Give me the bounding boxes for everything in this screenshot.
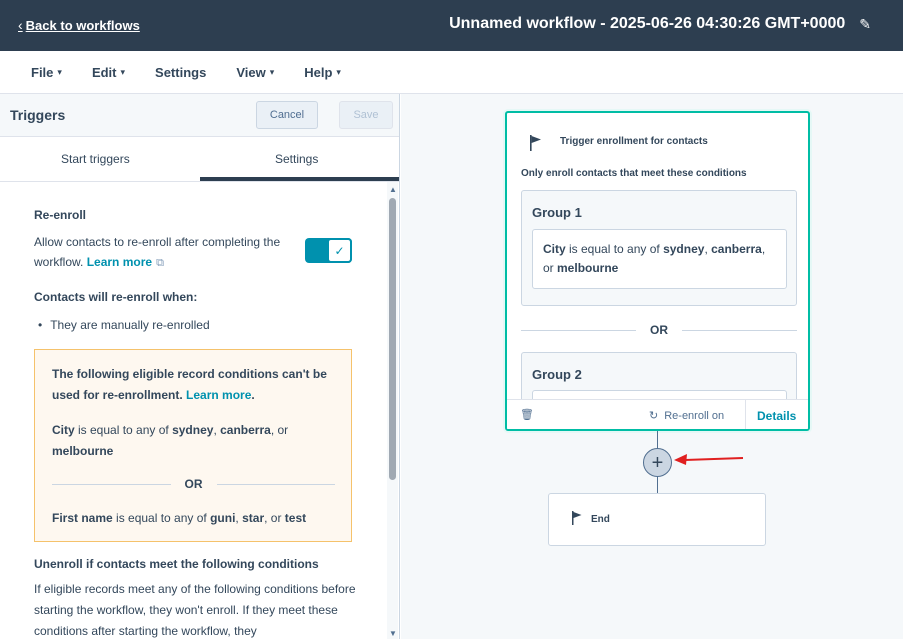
trigger-card-footer: 🗑 ↻ Re-enroll on Details xyxy=(507,399,808,429)
chevron-down-icon: ▾ xyxy=(269,66,275,77)
pencil-icon[interactable]: ✎ xyxy=(859,16,871,33)
trigger-title: Trigger enrollment for contacts xyxy=(560,136,708,147)
contacts-reenroll-heading: Contacts will re-enroll when: xyxy=(34,290,198,304)
unenroll-description: If eligible records meet any of the foll… xyxy=(34,582,356,638)
g1-field: City xyxy=(543,242,566,256)
warning-text: The following eligible record conditions… xyxy=(52,364,342,406)
divider-line xyxy=(216,483,335,485)
reenroll-toggle[interactable]: ✓ xyxy=(305,238,352,263)
divider-line xyxy=(521,329,636,331)
chevron-left-icon: ‹ xyxy=(18,17,23,33)
triggers-panel: Triggers Cancel Save Start triggers Sett… xyxy=(0,94,400,639)
warning-period: . xyxy=(251,388,255,402)
cond1-sep2: , or xyxy=(270,423,289,437)
workflow-canvas[interactable]: Trigger enrollment for contacts Only enr… xyxy=(401,94,903,639)
or-label: OR xyxy=(184,477,203,491)
top-header: ‹ Back to workflows Unnamed workflow - 2… xyxy=(0,0,903,51)
scrollbar-thumb[interactable] xyxy=(389,198,396,480)
external-link-icon[interactable]: ⧉ xyxy=(156,257,164,269)
menu-bar: File ▾ Edit ▾ Settings View ▾ Help ▾ xyxy=(0,51,903,94)
flag-icon xyxy=(530,135,541,151)
tab-settings[interactable]: Settings xyxy=(275,152,318,166)
g1-v1: sydney xyxy=(663,242,705,256)
end-card[interactable]: End xyxy=(548,493,766,546)
cond1-v1: sydney xyxy=(172,423,214,437)
menu-settings-label: Settings xyxy=(155,64,207,80)
learn-more-link[interactable]: Learn more xyxy=(87,255,152,269)
warning-condition-1: City is equal to any of sydney, canberra… xyxy=(52,420,342,462)
reenroll-status-text: Re-enroll on xyxy=(664,409,725,422)
panel-tabs: Start triggers Settings xyxy=(0,137,399,182)
reenroll-heading: Re-enroll xyxy=(34,208,87,222)
refresh-icon: ↻ xyxy=(649,410,659,422)
divider-line xyxy=(682,329,797,331)
cond2-v3: test xyxy=(284,511,307,525)
cond1-v2: canberra xyxy=(220,423,271,437)
back-link-label: Back to workflows xyxy=(25,17,140,33)
menu-help[interactable]: Help ▾ xyxy=(304,65,341,80)
cond1-v3: melbourne xyxy=(52,444,114,458)
cond2-sep2: , or xyxy=(264,511,285,525)
reenroll-status: ↻ Re-enroll on xyxy=(649,409,725,423)
plus-icon: + xyxy=(651,451,664,474)
condition-group-1[interactable]: Group 1 City is equal to any of sydney, … xyxy=(521,190,797,306)
menu-file-label: File xyxy=(31,64,54,80)
g1-v2: canberra xyxy=(711,242,762,256)
scroll-up-icon[interactable]: ▲ xyxy=(389,185,397,194)
tab-start-triggers[interactable]: Start triggers xyxy=(61,152,130,166)
cond2-field: First name xyxy=(52,511,113,525)
bullet-icon: • xyxy=(38,318,43,332)
g1-op: is equal to any of xyxy=(565,242,664,256)
menu-view[interactable]: View ▾ xyxy=(236,65,274,80)
workflow-title-text: Unnamed workflow - 2025-06-26 04:30:26 G… xyxy=(449,15,846,32)
trigger-subtitle: Only enroll contacts that meet these con… xyxy=(521,168,747,179)
check-icon: ✓ xyxy=(327,238,352,263)
group-1-title: Group 1 xyxy=(532,205,582,220)
warning-learn-more-link[interactable]: Learn more xyxy=(186,388,251,402)
cancel-button[interactable]: Cancel xyxy=(256,101,318,129)
cond2-v1: guni xyxy=(210,511,236,525)
g1-v3: melbourne xyxy=(557,261,619,275)
menu-file[interactable]: File ▾ xyxy=(31,65,62,80)
chevron-down-icon: ▾ xyxy=(57,66,62,77)
end-label: End xyxy=(591,514,610,525)
add-action-button[interactable]: + xyxy=(643,448,672,477)
menu-help-label: Help xyxy=(304,64,333,80)
back-to-workflows-link[interactable]: ‹ Back to workflows xyxy=(18,17,140,33)
cond2-v2: star xyxy=(242,511,265,525)
warning-box: The following eligible record conditions… xyxy=(34,349,352,542)
panel-title: Triggers xyxy=(10,107,66,123)
workflow-title[interactable]: Unnamed workflow - 2025-06-26 04:30:26 G… xyxy=(449,15,871,33)
trash-icon[interactable]: 🗑 xyxy=(520,408,534,421)
list-item: • They are manually re-enrolled xyxy=(38,318,210,332)
menu-settings[interactable]: Settings xyxy=(155,65,206,80)
menu-view-label: View xyxy=(236,64,266,80)
menu-edit[interactable]: Edit ▾ xyxy=(92,65,125,80)
cond1-op: is equal to any of xyxy=(74,423,173,437)
group-2-title: Group 2 xyxy=(532,367,582,382)
divider-line xyxy=(52,483,171,485)
cond1-field: City xyxy=(52,423,75,437)
group-1-condition[interactable]: City is equal to any of sydney, canberra… xyxy=(532,229,787,289)
footer-divider xyxy=(745,400,746,429)
unenroll-heading: Unenroll if contacts meet the following … xyxy=(34,557,319,571)
red-arrow-icon xyxy=(674,454,744,465)
chevron-down-icon: ▾ xyxy=(336,66,341,77)
menu-edit-label: Edit xyxy=(91,64,117,80)
warning-condition-2: First name is equal to any of guni, star… xyxy=(52,508,342,529)
trigger-card[interactable]: Trigger enrollment for contacts Only enr… xyxy=(505,111,810,431)
bullet-text: They are manually re-enrolled xyxy=(50,318,210,332)
chevron-down-icon: ▾ xyxy=(120,66,126,77)
save-button[interactable]: Save xyxy=(339,101,393,129)
group-or-label: OR xyxy=(650,323,668,337)
active-tab-indicator xyxy=(200,177,399,181)
cond2-op: is equal to any of xyxy=(112,511,211,525)
panel-header: Triggers Cancel Save xyxy=(0,94,399,137)
group-or-divider: OR xyxy=(521,322,797,338)
flag-icon xyxy=(572,511,582,525)
or-divider: OR xyxy=(52,476,335,492)
reenroll-description: Allow contacts to re-enroll after comple… xyxy=(34,232,294,273)
scroll-down-icon[interactable]: ▼ xyxy=(389,629,397,638)
details-button[interactable]: Details xyxy=(757,409,796,423)
